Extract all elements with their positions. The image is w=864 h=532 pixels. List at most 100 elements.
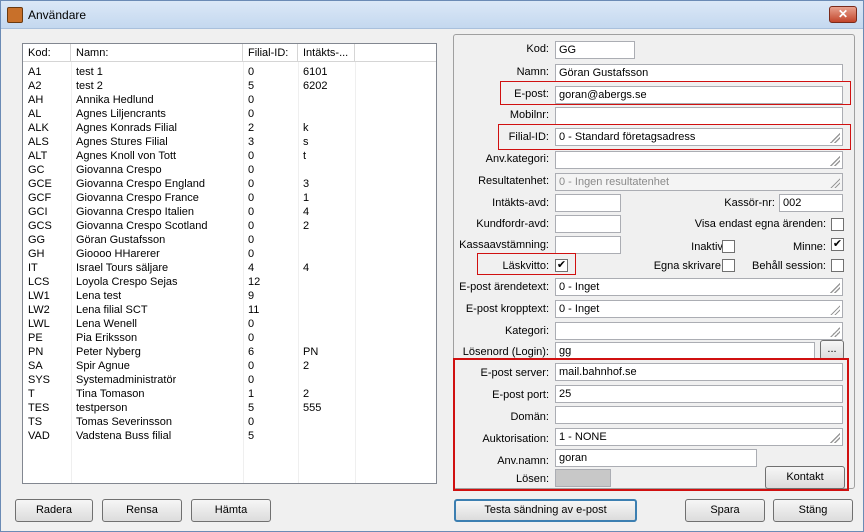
browse-button[interactable]: ... <box>820 340 844 360</box>
laskvitto-checkbox[interactable]: ✔ <box>555 259 568 272</box>
col-intakts[interactable]: Intäkts-... <box>298 44 355 62</box>
egnaskrivare-checkbox[interactable] <box>722 259 735 272</box>
kod-field[interactable]: GG <box>555 41 635 59</box>
list-item[interactable]: TS Tomas Severinsson 0 <box>23 415 436 429</box>
namn-cell: Göran Gustafsson <box>76 234 166 246</box>
filial-cell: 2 <box>248 122 255 134</box>
visaendast-checkbox[interactable] <box>831 218 844 231</box>
list-item[interactable]: AH Annika Hedlund 0 <box>23 93 436 107</box>
col-kod[interactable]: Kod: <box>23 44 71 62</box>
kategori-dropdown[interactable] <box>555 322 843 340</box>
namn-cell: Israel Tours säljare <box>76 262 169 274</box>
resultatenhet-value: 0 - Ingen resultatenhet <box>559 176 670 188</box>
doman-label: Domän: <box>510 411 549 423</box>
list-item[interactable]: T Tina Tomason 1 2 <box>23 387 436 401</box>
list-item[interactable]: A2 test 2 5 6202 <box>23 79 436 93</box>
testa-epost-button[interactable]: Testa sändning av e-post <box>454 499 637 522</box>
list-item[interactable]: IT Israel Tours säljare 4 4 <box>23 261 436 275</box>
epostkropp-label: E-post kropptext: <box>465 303 549 315</box>
filial-cell: 0 <box>248 66 255 78</box>
epost-field[interactable]: goran@abergs.se <box>555 86 843 104</box>
col-filial[interactable]: Filial-ID: <box>243 44 298 62</box>
list-item[interactable]: VAD Vadstena Buss filial 5 <box>23 429 436 443</box>
kod-cell: ALT <box>28 150 48 162</box>
minne-checkbox[interactable]: ✔ <box>831 238 844 251</box>
filial-cell: 0 <box>248 332 255 344</box>
hamta-button[interactable]: Hämta <box>191 499 271 522</box>
list-item[interactable]: ALK Agnes Konrads Filial 2 k <box>23 121 436 135</box>
namn-field[interactable]: Göran Gustafsson <box>555 64 843 82</box>
kod-cell: TES <box>28 402 50 414</box>
eposttext-value: 0 - Inget <box>559 281 600 293</box>
epostserver-field[interactable]: mail.bahnhof.se <box>555 363 843 381</box>
close-icon[interactable]: ✕ <box>829 6 857 23</box>
behallsession-checkbox[interactable] <box>831 259 844 272</box>
kod-label: Kod: <box>526 43 549 55</box>
kod-cell: ALK <box>28 122 49 134</box>
list-item[interactable]: PE Pia Eriksson 0 <box>23 331 436 345</box>
filialid-dropdown[interactable]: 0 - Standard företagsadress <box>555 128 843 146</box>
mobilnr-field[interactable] <box>555 107 843 125</box>
kassornr-field[interactable]: 002 <box>779 194 843 212</box>
namn-cell: Giovanna Crespo Italien <box>76 206 195 218</box>
window-title: Användare <box>28 8 87 22</box>
dropdown-grip-icon <box>830 283 840 293</box>
list-item[interactable]: TES testperson 5 555 <box>23 401 436 415</box>
anvkategori-dropdown[interactable] <box>555 151 843 169</box>
rensa-button[interactable]: Rensa <box>102 499 182 522</box>
list-item[interactable]: SYS Systemadministratör 0 <box>23 373 436 387</box>
epostport-field[interactable]: 25 <box>555 385 843 403</box>
filial-cell: 0 <box>248 164 255 176</box>
list-item[interactable]: LW1 Lena test 9 <box>23 289 436 303</box>
resultatenhet-label: Resultatenhet: <box>478 175 549 187</box>
filial-cell: 5 <box>248 430 255 442</box>
list-item[interactable]: LWL Lena Wenell 0 <box>23 317 436 331</box>
intaktsavd-field[interactable] <box>555 194 621 212</box>
stang-button[interactable]: Stäng <box>773 499 853 522</box>
visaendast-label: Visa endast egna ärenden: <box>694 218 826 230</box>
kundfordravd-field[interactable] <box>555 215 621 233</box>
namn-cell: testperson <box>76 402 128 414</box>
namn-cell: Lena filial SCT <box>76 304 148 316</box>
user-list[interactable]: Kod: Namn: Filial-ID: Intäkts-... A1 test… <box>22 43 437 484</box>
filialid-label: Filial-ID: <box>508 131 549 143</box>
mobilnr-label: Mobilnr: <box>509 109 549 121</box>
list-item[interactable]: GH Gioooo HHarerer 0 <box>23 247 436 261</box>
list-item[interactable]: GG Göran Gustafsson 0 <box>23 233 436 247</box>
spara-button[interactable]: Spara <box>685 499 765 522</box>
filial-cell: 0 <box>248 206 255 218</box>
filial-cell: 3 <box>248 136 255 148</box>
auktorisation-dropdown[interactable]: 1 - NONE <box>555 428 843 446</box>
list-item[interactable]: ALS Agnes Stures Filial 3 s <box>23 135 436 149</box>
list-item[interactable]: PN Peter Nyberg 6 PN <box>23 345 436 359</box>
list-item[interactable]: LCS Loyola Crespo Sejas 12 <box>23 275 436 289</box>
filial-cell: 0 <box>248 108 255 120</box>
laskvitto-label: Läskvitto: <box>502 260 549 272</box>
doman-field[interactable] <box>555 406 843 424</box>
list-item[interactable]: GC Giovanna Crespo 0 <box>23 163 436 177</box>
kassaavstamning-field[interactable] <box>555 236 621 254</box>
list-item[interactable]: GCS Giovanna Crespo Scotland 0 2 <box>23 219 436 233</box>
egnaskrivare-label: Egna skrivare: <box>653 260 724 272</box>
app-icon <box>7 7 23 23</box>
losen-field[interactable] <box>555 469 611 487</box>
kontakt-button[interactable]: Kontakt <box>765 466 845 489</box>
list-item[interactable]: AL Agnes Liljencrants 0 <box>23 107 436 121</box>
anvnamn-field[interactable]: goran <box>555 449 757 467</box>
list-item[interactable]: SA Spir Agnue 0 2 <box>23 359 436 373</box>
list-item[interactable]: GCI Giovanna Crespo Italien 0 4 <box>23 205 436 219</box>
radera-button[interactable]: Radera <box>15 499 93 522</box>
list-item[interactable]: ALT Agnes Knoll von Tott 0 t <box>23 149 436 163</box>
list-item[interactable]: A1 test 1 0 6101 <box>23 65 436 79</box>
eposttext-dropdown[interactable]: 0 - Inget <box>555 278 843 296</box>
namn-cell: Spir Agnue <box>76 360 130 372</box>
list-item[interactable]: GCF Giovanna Crespo France 0 1 <box>23 191 436 205</box>
namn-cell: Systemadministratör <box>76 374 177 386</box>
filial-cell: 0 <box>248 360 255 372</box>
list-item[interactable]: GCE Giovanna Crespo England 0 3 <box>23 177 436 191</box>
inaktiv-checkbox[interactable] <box>722 240 735 253</box>
kod-cell: SYS <box>28 374 51 386</box>
list-item[interactable]: LW2 Lena filial SCT 11 <box>23 303 436 317</box>
epostkropp-dropdown[interactable]: 0 - Inget <box>555 300 843 318</box>
col-namn[interactable]: Namn: <box>71 44 243 62</box>
